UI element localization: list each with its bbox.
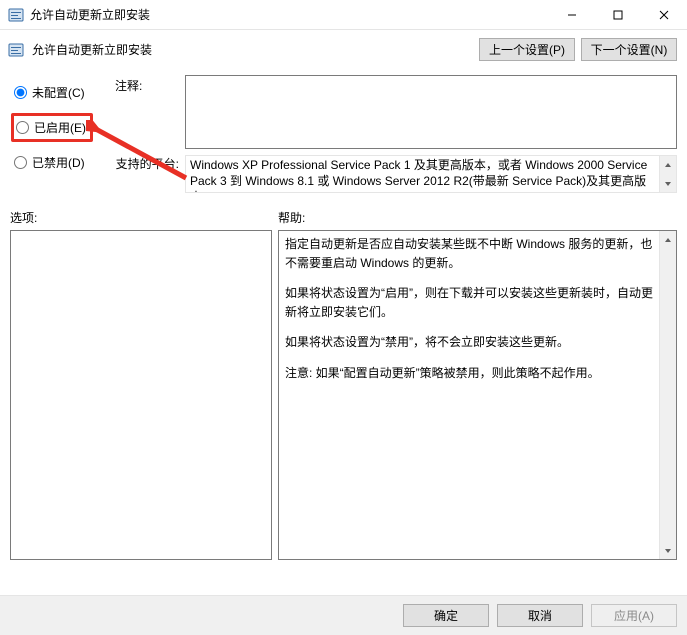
platforms-box: Windows XP Professional Service Pack 1 及… [185, 155, 677, 193]
minimize-button[interactable] [549, 0, 595, 30]
radio-disabled-input[interactable] [14, 156, 27, 169]
cancel-button[interactable]: 取消 [497, 604, 583, 627]
radio-not-configured-input[interactable] [14, 86, 27, 99]
next-setting-button[interactable]: 下一个设置(N) [581, 38, 677, 61]
highlight-box: 已启用(E) [11, 113, 93, 142]
options-content [11, 231, 271, 559]
maximize-button[interactable] [595, 0, 641, 30]
policy-icon [8, 42, 24, 58]
titlebar: 允许自动更新立即安装 [0, 0, 687, 30]
scroll-up-icon[interactable] [660, 231, 676, 248]
radio-disabled[interactable]: 已禁用(D) [14, 154, 115, 171]
platforms-scrollbar[interactable] [659, 156, 676, 192]
help-p1: 指定自动更新是否应自动安装某些既不中断 Windows 服务的更新，也不需要重启… [285, 235, 653, 272]
scroll-down-icon[interactable] [660, 542, 676, 559]
ok-button[interactable]: 确定 [403, 604, 489, 627]
help-p3: 如果将状态设置为“禁用”，将不会立即安装这些更新。 [285, 333, 653, 352]
help-p4: 注意: 如果“配置自动更新”策略被禁用，则此策略不起作用。 [285, 364, 653, 383]
options-label: 选项: [10, 209, 278, 226]
radio-enabled[interactable]: 已启用(E) [16, 119, 86, 136]
header: 允许自动更新立即安装 上一个设置(P) 下一个设置(N) [0, 30, 687, 69]
help-scrollbar[interactable] [659, 231, 676, 559]
radio-disabled-label: 已禁用(D) [32, 154, 85, 171]
window-icon [8, 7, 24, 23]
apply-button[interactable]: 应用(A) [591, 604, 677, 627]
comment-label: 注释: [115, 75, 185, 149]
platforms-text: Windows XP Professional Service Pack 1 及… [186, 156, 659, 192]
footer: 确定 取消 应用(A) [0, 595, 687, 635]
radio-not-configured[interactable]: 未配置(C) [14, 84, 115, 101]
help-label: 帮助: [278, 209, 305, 226]
window-title: 允许自动更新立即安装 [30, 6, 549, 23]
platforms-label: 支持的平台: [115, 155, 185, 193]
radio-enabled-label: 已启用(E) [34, 119, 86, 136]
comment-textarea[interactable] [185, 75, 677, 149]
help-pane: 指定自动更新是否应自动安装某些既不中断 Windows 服务的更新，也不需要重启… [278, 230, 677, 560]
previous-setting-button[interactable]: 上一个设置(P) [479, 38, 575, 61]
radio-enabled-input[interactable] [16, 121, 29, 134]
help-p2: 如果将状态设置为“启用”，则在下载并可以安装这些更新装时，自动更新将立即安装它们… [285, 284, 653, 321]
radio-not-configured-label: 未配置(C) [32, 84, 85, 101]
page-title: 允许自动更新立即安装 [32, 41, 473, 58]
scroll-down-icon[interactable] [660, 175, 676, 192]
options-pane [10, 230, 272, 560]
help-content: 指定自动更新是否应自动安装某些既不中断 Windows 服务的更新，也不需要重启… [279, 231, 659, 559]
close-button[interactable] [641, 0, 687, 30]
scroll-up-icon[interactable] [660, 156, 676, 173]
